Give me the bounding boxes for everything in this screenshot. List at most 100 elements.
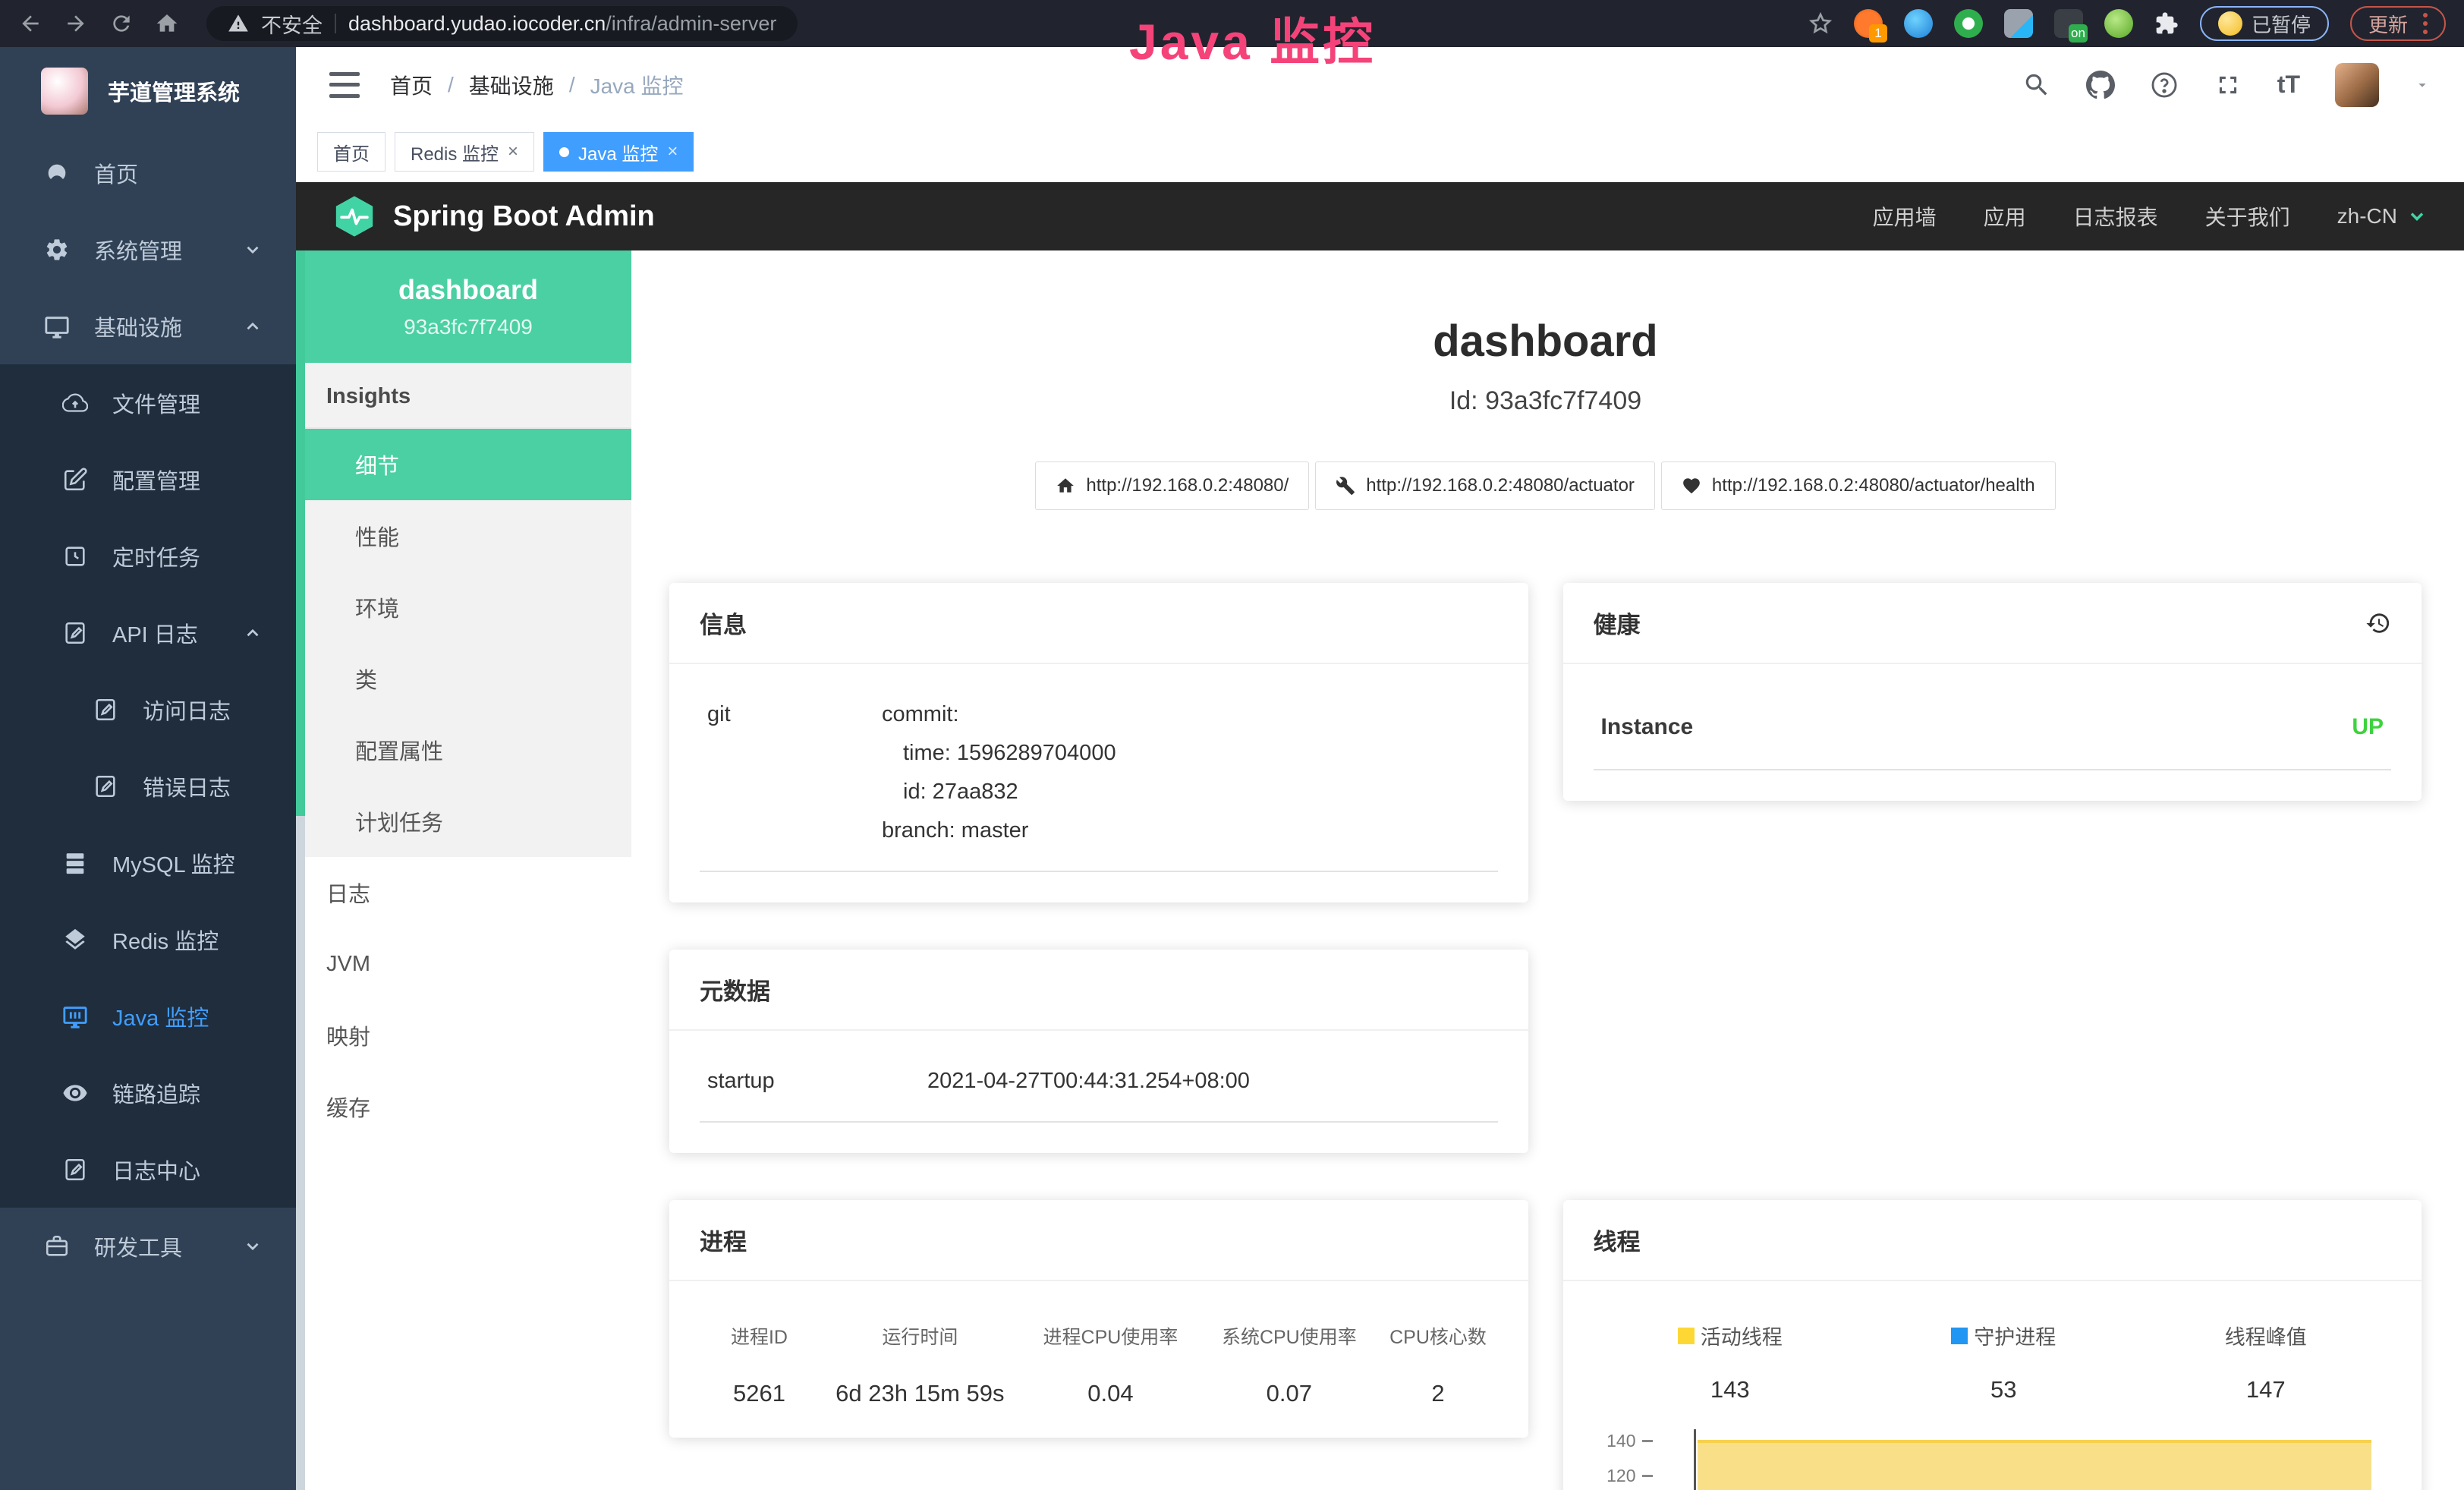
back-icon[interactable] [18, 11, 42, 36]
extension-grid-icon[interactable] [2004, 9, 2033, 38]
sba-scrollbar[interactable] [296, 250, 305, 1490]
tab-java-monitor[interactable]: Java 监控 × [543, 132, 694, 172]
sba-side-item-env[interactable]: 环境 [305, 572, 631, 643]
sidebar-item-api-log[interactable]: API 日志 [0, 594, 296, 671]
log-edit-icon [93, 773, 118, 799]
sidebar-item-log-center[interactable]: 日志中心 [0, 1131, 296, 1208]
extension-leaf-icon[interactable] [2104, 9, 2133, 38]
close-icon[interactable]: × [508, 141, 518, 162]
sidebar-item-dev-tools[interactable]: 研发工具 [0, 1208, 296, 1284]
sidebar-item-access-log[interactable]: 访问日志 [0, 671, 296, 748]
sidebar-item-label: 首页 [94, 157, 138, 189]
sidebar-toggle-icon[interactable] [329, 72, 360, 98]
sba-brand[interactable]: Spring Boot Admin [332, 194, 655, 238]
sba-side-item-jvm[interactable]: JVM [305, 928, 631, 1000]
bookmark-star-icon[interactable] [1808, 11, 1833, 36]
update-label: 更新 [2368, 10, 2408, 38]
extension-orange-icon[interactable]: 1 [1854, 9, 1883, 38]
extensions-puzzle-icon[interactable] [2154, 11, 2179, 36]
sba-nav-journal[interactable]: 日志报表 [2073, 201, 2158, 232]
extension-pin-icon[interactable] [1904, 9, 1933, 38]
forward-icon[interactable] [64, 11, 88, 36]
sidebar-item-label: Redis 监控 [112, 924, 219, 956]
sidebar-item-java[interactable]: Java 监控 [0, 978, 296, 1054]
sba-side-item-metrics[interactable]: 性能 [305, 500, 631, 572]
sidebar-item-home[interactable]: 首页 [0, 134, 296, 211]
actuator-url-button[interactable]: http://192.168.0.2:48080/actuator [1315, 461, 1655, 510]
legend-label: 守护进程 [1974, 1321, 2056, 1350]
info-row-value: commit: time: 1596289704000 id: 27aa832 … [882, 702, 1116, 843]
home-nav-icon[interactable] [155, 11, 179, 36]
sba-nav-applications[interactable]: 应用 [1984, 201, 2026, 232]
sidebar-item-config[interactable]: 配置管理 [0, 441, 296, 518]
health-card-title: 健康 [1594, 606, 1641, 640]
tab-label: Redis 监控 [411, 139, 499, 165]
sba-side-item-configprops[interactable]: 配置属性 [305, 714, 631, 786]
daemon-threads-value: 53 [1990, 1376, 2016, 1403]
sidebar-item-label: 基础设施 [94, 310, 182, 342]
sba-nav-wallboard[interactable]: 应用墙 [1873, 201, 1937, 232]
git-id-line: id: 27aa832 [882, 780, 1116, 805]
sidebar-item-job[interactable]: 定时任务 [0, 518, 296, 594]
sba-side-item-caches[interactable]: 缓存 [305, 1071, 631, 1142]
app-logo-row[interactable]: 芋道管理系统 [0, 47, 296, 134]
sba-side-item-mappings[interactable]: 映射 [305, 1000, 631, 1071]
search-icon[interactable] [2022, 71, 2051, 99]
url-domain: dashboard.yudao.iocoder.cn [348, 12, 606, 35]
database-icon [62, 850, 88, 876]
breadcrumb-item[interactable]: 基础设施 [469, 70, 554, 100]
address-bar[interactable]: 不安全 dashboard.yudao.iocoder.cn/infra/adm… [206, 6, 798, 41]
threads-card: 线程 活动线程 143 守护进程 [1563, 1200, 2422, 1490]
profile-paused-pill[interactable]: 已暂停 [2200, 6, 2329, 41]
breadcrumb-item[interactable]: 首页 [390, 70, 433, 100]
fullscreen-icon[interactable] [2214, 71, 2242, 99]
sidebar-item-error-log[interactable]: 错误日志 [0, 748, 296, 824]
sidebar-item-system[interactable]: 系统管理 [0, 211, 296, 288]
reload-icon[interactable] [109, 11, 134, 36]
avatar-caret-icon[interactable] [2414, 77, 2431, 93]
font-size-icon[interactable]: tT [2277, 71, 2300, 99]
process-cpu: 0.04 [1021, 1380, 1200, 1407]
chevron-up-icon [243, 317, 263, 336]
sba-side-item-logfile[interactable]: 日志 [305, 857, 631, 928]
extension-dark-icon[interactable]: on [2054, 9, 2083, 38]
help-icon[interactable] [2150, 71, 2179, 99]
update-button[interactable]: 更新 [2350, 6, 2446, 41]
sidebar-item-redis[interactable]: Redis 监控 [0, 901, 296, 978]
sba-nav: 应用墙 应用 日志报表 关于我们 zh-CN [1873, 201, 2428, 232]
legend-daemon-threads: 守护进程 53 [1951, 1321, 2056, 1403]
sba-language-select[interactable]: zh-CN [2337, 204, 2428, 228]
sidebar-item-infra[interactable]: 基础设施 [0, 288, 296, 364]
chevron-down-icon [243, 1236, 263, 1256]
sba-side-item-scheduled[interactable]: 计划任务 [305, 786, 631, 857]
sidebar-item-file[interactable]: 文件管理 [0, 364, 296, 441]
github-icon[interactable] [2086, 71, 2115, 99]
status-badge: UP [2352, 714, 2384, 740]
active-dot-icon [559, 147, 569, 157]
threads-legend: 活动线程 143 守护进程 53 [1594, 1321, 2392, 1403]
insights-section-label[interactable]: Insights [305, 363, 631, 429]
sba-instance-sidebar: dashboard 93a3fc7f7409 Insights 细节 性能 环境… [305, 250, 631, 1490]
instance-header[interactable]: dashboard 93a3fc7f7409 [305, 250, 631, 363]
extension-green-y-icon[interactable] [1954, 9, 1983, 38]
user-avatar[interactable] [2335, 63, 2379, 107]
paused-label: 已暂停 [2252, 10, 2311, 38]
sba-nav-about[interactable]: 关于我们 [2205, 201, 2290, 232]
profile-emoji-icon [2218, 11, 2242, 36]
sidebar-item-mysql[interactable]: MySQL 监控 [0, 824, 296, 901]
service-url-button[interactable]: http://192.168.0.2:48080/ [1035, 461, 1309, 510]
scrollbar-thumb[interactable] [296, 250, 305, 816]
sidebar-item-label: Java 监控 [112, 1000, 209, 1032]
cards-grid: 信息 git commit: time: 1596289704000 id: 2… [669, 583, 2422, 1490]
history-icon[interactable] [2365, 610, 2391, 636]
tab-home[interactable]: 首页 [317, 132, 385, 172]
topbar-actions: tT [2022, 63, 2431, 107]
browser-menu-icon[interactable] [2423, 13, 2428, 34]
health-url-button[interactable]: http://192.168.0.2:48080/actuator/health [1661, 461, 2056, 510]
sba-side-item-classes[interactable]: 类 [305, 643, 631, 714]
close-icon[interactable]: × [667, 141, 678, 162]
process-card: 进程 进程ID 运行时间 进程CPU使用率 系统CPU使用率 CPU核心数 [669, 1200, 1528, 1438]
sba-side-item-details[interactable]: 细节 [305, 429, 631, 500]
tab-redis-monitor[interactable]: Redis 监控 × [395, 132, 534, 172]
sidebar-item-trace[interactable]: 链路追踪 [0, 1054, 296, 1131]
